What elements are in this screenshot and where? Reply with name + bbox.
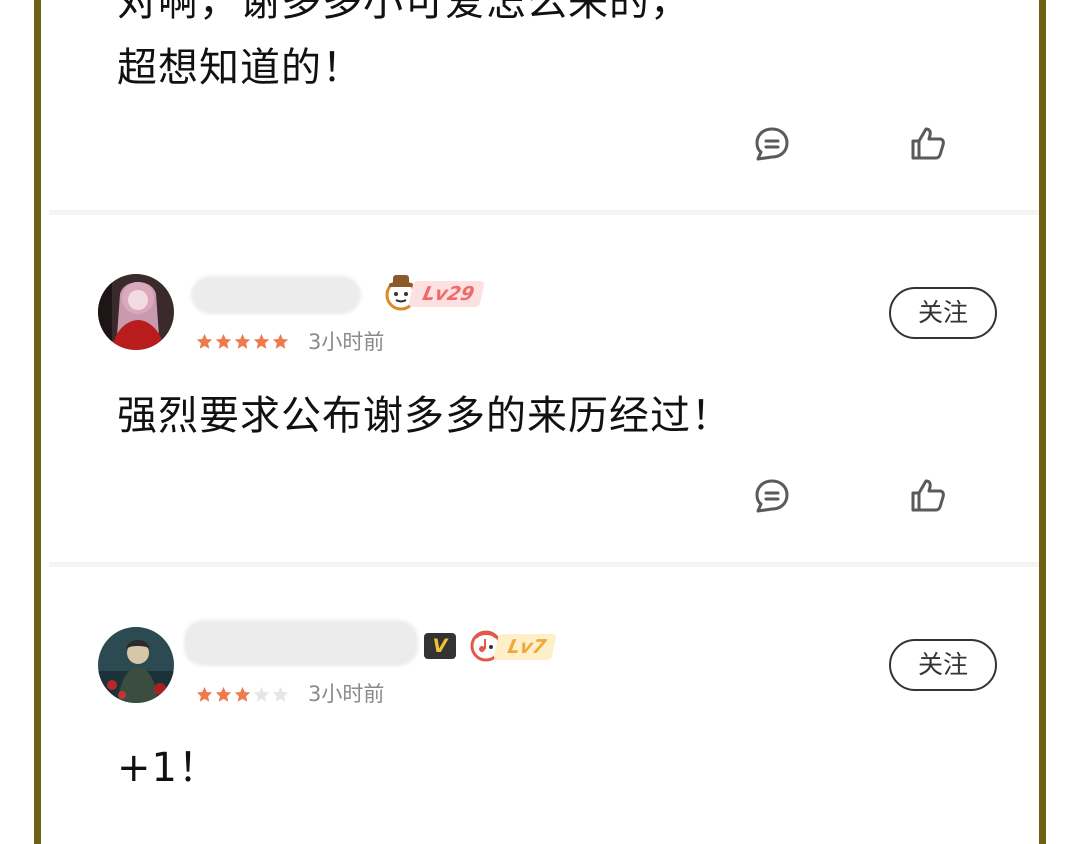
star-icon [272,686,289,702]
thumbs-up-icon[interactable] [908,476,948,516]
comment-text-line: 对啊，谢多多小可爱怎么来的， [117,0,691,25]
comment-text-line: 超想知道的！ [117,45,363,91]
frame-border-right [1039,0,1046,844]
comment-time: 3小时前 [308,682,385,706]
star-icon [253,686,270,702]
star-icon [196,686,213,702]
user-avatar[interactable] [98,627,174,703]
level-label: Lv29 [408,281,485,307]
username-redacted[interactable] [184,620,418,666]
star-icon [215,686,232,702]
comment-text: +1！ [117,745,219,791]
follow-button[interactable]: 关注 [889,639,997,691]
username-redacted[interactable] [191,276,361,314]
comment-divider [49,210,1039,215]
comment-divider [49,562,1039,567]
reply-bubble-icon[interactable] [752,476,792,516]
star-icon [234,333,251,349]
star-icon [234,686,251,702]
user-avatar[interactable] [98,274,174,350]
rating-stars [196,333,289,350]
star-icon [272,333,289,349]
comment-list: 对啊，谢多多小可爱怎么来的， 超想知道的！ Lv29 3小时前 关注 强烈要求公… [41,0,1039,844]
thumbs-up-icon[interactable] [908,124,948,164]
rating-stars [196,686,289,703]
star-icon [253,333,270,349]
vip-badge: V [424,633,456,659]
level-label: Lv7 [493,634,557,660]
follow-button[interactable]: 关注 [889,287,997,339]
reply-bubble-icon[interactable] [752,124,792,164]
frame-border-left [34,0,41,844]
star-icon [196,333,213,349]
comment-text: 强烈要求公布谢多多的来历经过！ [117,393,732,439]
comment-time: 3小时前 [308,330,385,354]
star-icon [215,333,232,349]
